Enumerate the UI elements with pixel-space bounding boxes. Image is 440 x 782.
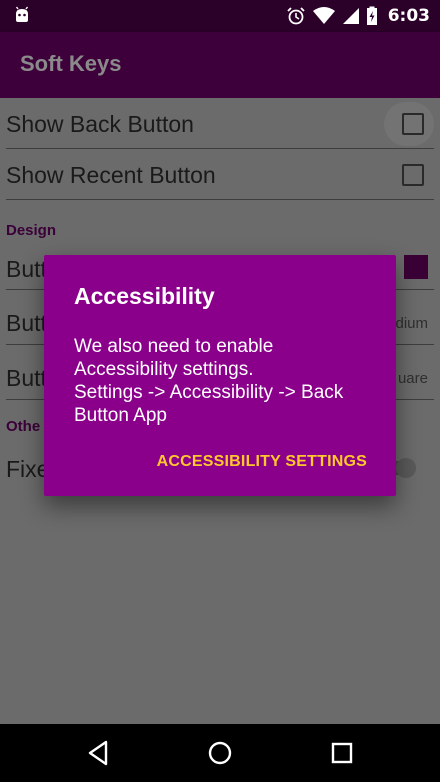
back-icon[interactable] xyxy=(84,738,114,768)
status-bar: 6:03 xyxy=(0,0,440,32)
home-icon[interactable] xyxy=(205,738,235,768)
setting-show-recent[interactable]: Show Recent Button xyxy=(6,149,434,200)
alarm-icon xyxy=(287,7,305,25)
setting-label: Butt xyxy=(6,256,47,282)
accessibility-settings-button[interactable]: ACCESSIBILITY SETTINGS xyxy=(157,453,367,471)
accessibility-dialog: Accessibility We also need to enable Acc… xyxy=(44,255,396,496)
battery-charging-icon xyxy=(366,6,377,25)
app-bar: Soft Keys xyxy=(0,32,440,98)
app-title: Soft Keys xyxy=(20,51,122,76)
setting-summary: dium xyxy=(395,315,428,332)
setting-label: Fixe xyxy=(6,456,50,482)
android-icon xyxy=(15,6,29,22)
recents-icon[interactable] xyxy=(327,738,357,768)
dialog-message: We also need to enable Accessibility set… xyxy=(74,335,374,427)
setting-label: Butt xyxy=(6,365,47,391)
setting-label: Show Recent Button xyxy=(6,162,216,188)
clock: 6:03 xyxy=(387,6,430,26)
dialog-message-line: Settings -> Accessibility -> Back xyxy=(74,382,344,403)
dialog-title: Accessibility xyxy=(74,283,215,309)
setting-label: Butt xyxy=(6,310,47,336)
setting-show-back[interactable]: Show Back Button xyxy=(6,98,434,149)
switch-thumb xyxy=(396,458,416,478)
status-icons: 6:03 xyxy=(286,0,430,32)
wifi-icon xyxy=(312,7,335,24)
show-back-checkbox[interactable] xyxy=(402,113,424,135)
dialog-message-line: We also need to enable xyxy=(74,336,274,357)
color-swatch xyxy=(404,255,428,279)
setting-summary: uare xyxy=(397,370,428,387)
show-recent-checkbox[interactable] xyxy=(402,164,424,186)
dialog-message-line: Button App xyxy=(74,405,167,426)
section-other: Othe xyxy=(6,418,41,435)
dialog-message-line: Accessibility settings. xyxy=(74,359,254,380)
navigation-bar xyxy=(0,724,440,782)
section-design: Design xyxy=(6,222,57,239)
signal-icon xyxy=(342,8,359,24)
setting-label: Show Back Button xyxy=(6,111,194,137)
